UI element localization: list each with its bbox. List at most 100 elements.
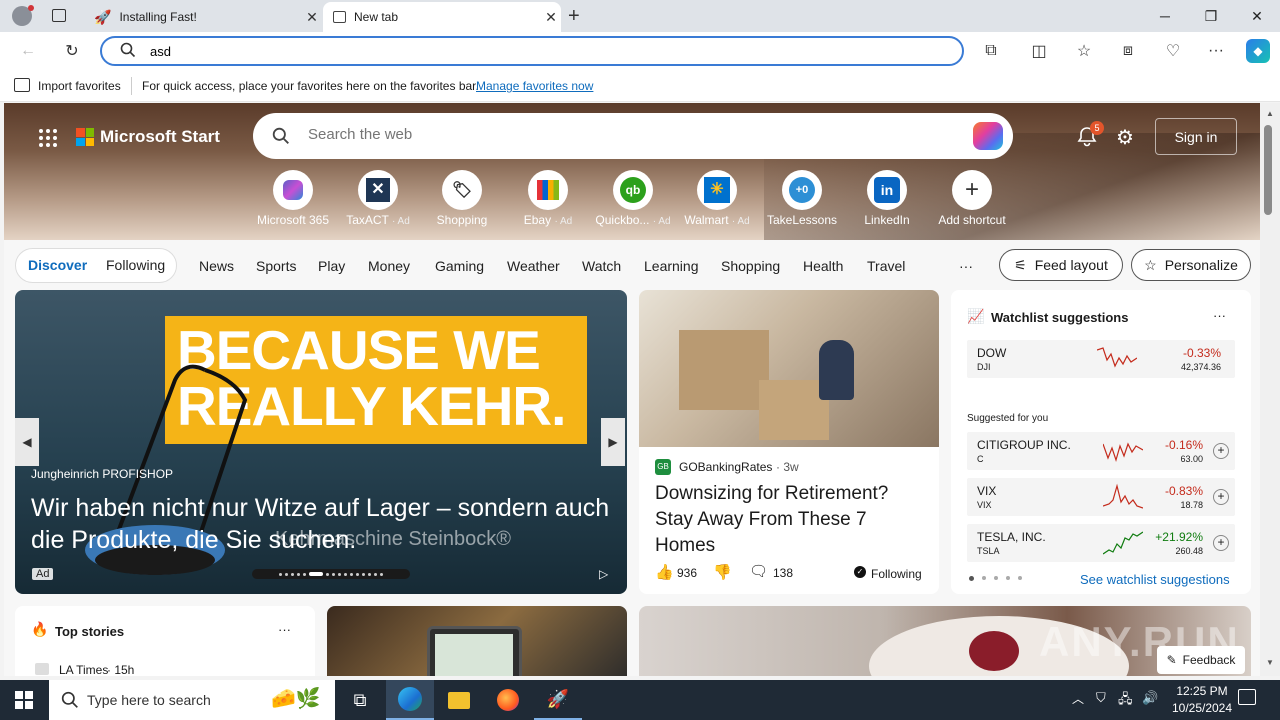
network-icon[interactable]: 🖧 [1118, 690, 1133, 712]
sign-in-button[interactable]: Sign in [1155, 118, 1237, 155]
shortcut-takelessons[interactable]: +0 TakeLessons [760, 170, 844, 227]
nav-weather[interactable]: Weather [507, 258, 560, 274]
news-image-dish[interactable]: ANY.RUN ✎ Feedback [639, 606, 1251, 676]
browser-essentials-icon[interactable]: ♡ [1162, 40, 1184, 62]
web-search-box[interactable] [253, 113, 1013, 159]
stock-row-citigroup[interactable]: CITIGROUP INC. C -0.16% 63.00 + [967, 432, 1235, 470]
nav-travel[interactable]: Travel [867, 258, 905, 274]
news-card[interactable]: GB GOBankingRates · 3w Downsizing for Re… [639, 290, 939, 594]
nav-health[interactable]: Health [803, 258, 843, 274]
edge-app-icon[interactable] [386, 680, 434, 720]
nav-sports[interactable]: Sports [256, 258, 296, 274]
stock-row-tesla[interactable]: TESLA, INC. TSLA +21.92% 260.48 + [967, 524, 1235, 562]
extensions-icon[interactable]: ⧉ [980, 40, 1002, 62]
tray-device-icon[interactable]: ⛉ [1096, 690, 1106, 706]
refresh-icon[interactable]: ↻ [61, 40, 83, 62]
shortcut-taxact[interactable]: ✕ TaxACT · Ad [336, 170, 420, 227]
windows-start-icon[interactable] [0, 680, 48, 720]
stock-row-vix[interactable]: VIX VIX -0.83% 18.78 + [967, 478, 1235, 516]
close-tab-icon[interactable]: ✕ [302, 9, 322, 26]
shortcut-linkedin[interactable]: in LinkedIn [845, 170, 929, 227]
tab-installing-fast[interactable]: 🚀 Installing Fast! ✕ [84, 2, 322, 32]
taxact-icon: ✕ [358, 170, 398, 210]
restore-button[interactable]: ❐ [1188, 0, 1234, 32]
shortcut-walmart[interactable]: ✳ Walmart · Ad [675, 170, 759, 227]
clock-time[interactable]: 12:25 PM [1170, 684, 1234, 698]
page-scrollbar[interactable]: ▲ ▼ [1260, 103, 1280, 676]
watchlist-more-icon[interactable]: ··· [1213, 308, 1226, 323]
ad-headline[interactable]: Wir haben nicht nur Witze auf Lager – so… [31, 492, 611, 556]
task-view-icon[interactable]: ⧉ [336, 680, 384, 720]
nav-play[interactable]: Play [318, 258, 345, 274]
new-tab-button[interactable]: + [568, 5, 580, 28]
nav-shopping[interactable]: Shopping [721, 258, 780, 274]
favorites-icon[interactable]: ☆ [1073, 40, 1095, 62]
web-search-input[interactable] [308, 126, 908, 143]
feed-layout-button[interactable]: ⚟ Feed layout [999, 249, 1123, 281]
scrollbar-thumb[interactable] [1264, 125, 1272, 215]
import-favorites-icon[interactable] [14, 78, 30, 92]
split-screen-icon[interactable]: ◫ [1028, 40, 1050, 62]
nav-learning[interactable]: Learning [644, 258, 699, 274]
add-to-watchlist-icon[interactable]: + [1213, 443, 1229, 459]
shortcut-shopping[interactable]: 🏷 Shopping [420, 170, 504, 227]
tab-new-tab[interactable]: New tab ✕ [323, 2, 561, 32]
comment-icon[interactable]: 🗨 [749, 562, 768, 580]
show-hidden-icons[interactable]: ︿ [1072, 690, 1084, 707]
ad-choices-icon[interactable]: ▷ [599, 567, 608, 581]
tab-actions-icon[interactable] [52, 9, 66, 22]
ad-carousel-card[interactable]: BECAUSE WE REALLY KEHR. ◀ ▶ Jungheinrich… [15, 290, 627, 594]
collections-icon[interactable]: ⧈ [1117, 40, 1139, 62]
personalize-button[interactable]: ☆ Personalize [1131, 249, 1251, 281]
close-window-button[interactable]: ✕ [1234, 0, 1280, 32]
carousel-prev-button[interactable]: ◀ [15, 418, 39, 466]
see-watchlist-link[interactable]: See watchlist suggestions [1080, 572, 1230, 587]
settings-gear-icon[interactable]: ⚙ [1116, 125, 1134, 150]
add-to-watchlist-icon[interactable]: + [1213, 535, 1229, 551]
news-image-phone[interactable] [327, 606, 627, 676]
news-headline[interactable]: Downsizing for Retirement? Stay Away Fro… [655, 481, 925, 559]
feedback-button[interactable]: ✎ Feedback [1157, 646, 1245, 674]
manage-favorites-link[interactable]: Manage favorites now [476, 79, 593, 93]
apps-launcher-icon[interactable] [38, 128, 58, 148]
notifications-center-icon[interactable] [1238, 689, 1256, 705]
shortcut-ebay[interactable]: Ebay · Ad [506, 170, 590, 227]
tab-following[interactable]: Following [106, 257, 165, 273]
more-menu-icon[interactable]: ··· [1205, 40, 1227, 62]
nav-gaming[interactable]: Gaming [435, 258, 484, 274]
taskbar-search[interactable]: Type here to search 🧀🌿 [49, 680, 335, 720]
add-to-watchlist-icon[interactable]: + [1213, 489, 1229, 505]
address-bar[interactable] [100, 36, 964, 66]
address-input[interactable] [150, 42, 930, 60]
following-label[interactable]: Following [871, 567, 922, 581]
rocket-app-icon[interactable]: 🚀 [534, 680, 582, 720]
firefox-icon[interactable] [484, 680, 532, 720]
file-explorer-icon[interactable] [435, 680, 483, 720]
nav-watch[interactable]: Watch [582, 258, 621, 274]
carousel-next-button[interactable]: ▶ [601, 418, 625, 466]
tab-discover[interactable]: Discover [28, 257, 87, 273]
volume-icon[interactable]: 🔊 [1142, 690, 1158, 706]
dislike-icon[interactable]: 👎 [713, 563, 732, 581]
like-icon[interactable]: 👍 [655, 563, 674, 581]
copilot-icon[interactable]: ◆ [1246, 39, 1270, 63]
clock-date[interactable]: 10/25/2024 [1164, 701, 1240, 715]
minimize-button[interactable]: ─ [1142, 0, 1188, 32]
comment-count: 138 [773, 566, 794, 580]
new-tab-page: Microsoft Start 5 ⚙ Sign in Microsoft 36… [4, 103, 1260, 676]
watchlist-page-dots[interactable] [969, 576, 1022, 581]
nav-more-icon[interactable]: ··· [959, 258, 973, 274]
back-icon[interactable]: ← [17, 40, 39, 62]
top-stories-more-icon[interactable]: ··· [278, 622, 291, 637]
import-favorites-button[interactable]: Import favorites [38, 79, 121, 93]
shortcut-quickbooks[interactable]: qb Quickbo... · Ad [591, 170, 675, 227]
copilot-icon[interactable] [973, 122, 1003, 150]
shortcut-microsoft-365[interactable]: Microsoft 365 [251, 170, 335, 227]
shortcut-add[interactable]: + Add shortcut [930, 170, 1014, 227]
microsoft-start-brand[interactable]: Microsoft Start [76, 127, 220, 147]
nav-news[interactable]: News [199, 258, 234, 274]
close-tab-icon[interactable]: ✕ [541, 9, 561, 26]
nav-money[interactable]: Money [368, 258, 410, 274]
stock-row-dji[interactable]: DOW DJI -0.33% 42,374.36 [967, 340, 1235, 378]
gobankingrates-logo-icon: GB [655, 459, 671, 475]
